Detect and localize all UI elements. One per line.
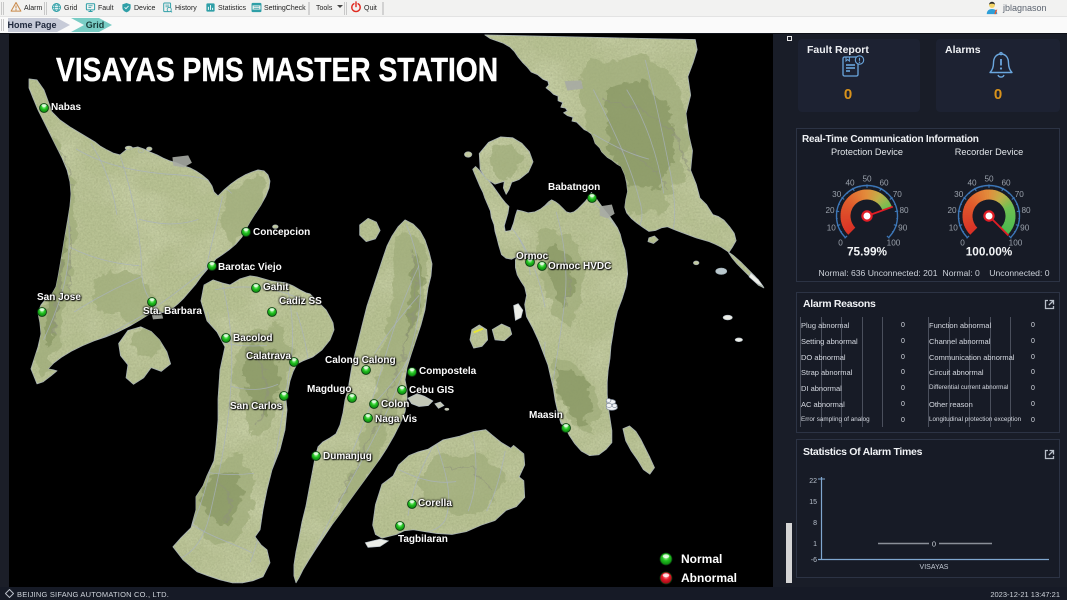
- svg-text:70: 70: [893, 190, 903, 199]
- svg-text:20: 20: [947, 206, 957, 215]
- svg-text:Grid: Grid: [86, 20, 105, 30]
- svg-text:50: 50: [862, 174, 872, 183]
- svg-text:0: 0: [960, 238, 965, 247]
- svg-text:75.99%: 75.99%: [847, 245, 888, 259]
- svg-text:Protection Device: Protection Device: [831, 147, 903, 157]
- svg-text:20: 20: [825, 206, 835, 215]
- svg-text:0: 0: [932, 540, 936, 549]
- svg-text:90: 90: [1020, 223, 1030, 232]
- svg-text:100.00%: 100.00%: [966, 245, 1013, 259]
- svg-text:10: 10: [949, 223, 959, 232]
- svg-text:1: 1: [813, 541, 817, 548]
- svg-text:Normal: 0 Unconnected: 0: Normal: 0 Unconnected: 0: [943, 268, 1050, 278]
- svg-text:Normal: 636 Unconnected: 201: Normal: 636 Unconnected: 201: [819, 268, 938, 278]
- svg-text:VISAYAS: VISAYAS: [920, 564, 949, 571]
- svg-text:8: 8: [813, 520, 817, 527]
- svg-text:90: 90: [898, 223, 908, 232]
- svg-text:30: 30: [954, 190, 964, 199]
- svg-text:60: 60: [1001, 178, 1011, 187]
- svg-text:80: 80: [1021, 206, 1031, 215]
- svg-text:10: 10: [827, 223, 837, 232]
- svg-text:80: 80: [899, 206, 909, 215]
- svg-text:40: 40: [845, 178, 855, 187]
- svg-text:40: 40: [967, 178, 977, 187]
- svg-text:0: 0: [838, 238, 843, 247]
- svg-text:60: 60: [879, 178, 889, 187]
- svg-text:30: 30: [832, 190, 842, 199]
- svg-text:70: 70: [1015, 190, 1025, 199]
- svg-text:50: 50: [984, 174, 994, 183]
- svg-text:100: 100: [887, 238, 901, 247]
- svg-text:15: 15: [809, 499, 817, 506]
- svg-text:Home Page: Home Page: [7, 20, 56, 30]
- svg-text:-6: -6: [811, 557, 817, 564]
- svg-text:22: 22: [809, 478, 817, 485]
- svg-text:Recorder Device: Recorder Device: [955, 147, 1023, 157]
